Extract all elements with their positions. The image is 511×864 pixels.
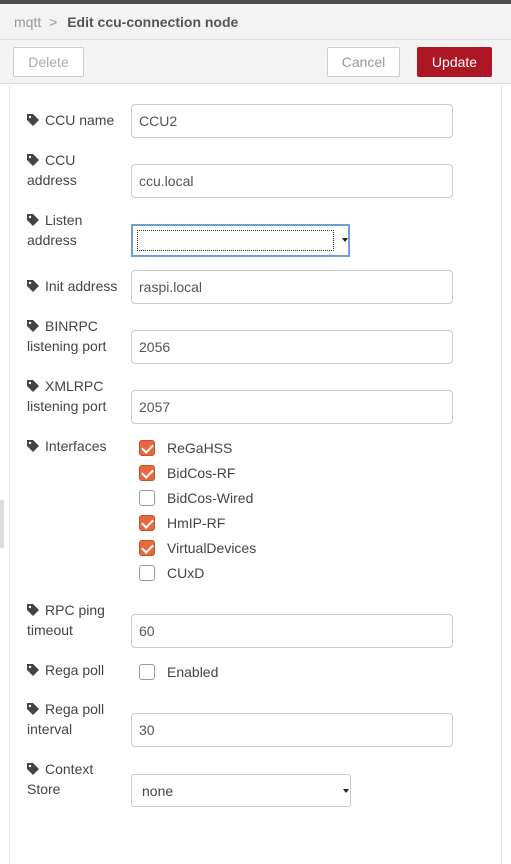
- rega-poll-label: Rega poll: [27, 660, 127, 680]
- checkbox-unchecked[interactable]: [139, 490, 155, 506]
- cancel-button[interactable]: Cancel: [327, 47, 400, 77]
- ccu-name-input[interactable]: CCU2: [131, 104, 453, 138]
- init-address-label: Init address: [27, 276, 127, 296]
- page-title: Edit ccu-connection node: [67, 14, 239, 30]
- button-toolbar: Delete Cancel Update: [0, 40, 511, 84]
- ccu-name-label: CCU name: [27, 110, 127, 130]
- tag-icon: [27, 604, 39, 616]
- rega-poll-interval-label: Rega poll interval: [27, 699, 127, 739]
- tag-icon: [27, 280, 39, 292]
- binrpc-port-label-line2: listening port: [27, 338, 107, 354]
- interface-option-label: BidCos-Wired: [167, 490, 254, 506]
- context-store-select-value: none: [142, 782, 174, 799]
- checkbox-checked[interactable]: [139, 515, 155, 531]
- breadcrumb-separator: >: [49, 14, 58, 30]
- tag-icon: [27, 440, 39, 452]
- xmlrpc-port-label: XMLRPC listening port: [27, 376, 137, 416]
- tag-icon: [27, 320, 39, 332]
- checkbox-checked[interactable]: [139, 540, 155, 556]
- checkbox-unchecked[interactable]: [139, 565, 155, 581]
- tag-icon: [27, 380, 39, 392]
- chevron-down-icon: [343, 789, 349, 793]
- binrpc-port-label-line1: BINRPC: [45, 318, 98, 334]
- tray-header: mqtt > Edit ccu-connection node: [0, 4, 511, 40]
- context-store-label-line2: Store: [27, 781, 61, 797]
- rpc-ping-timeout-label-line2: timeout: [27, 622, 73, 638]
- interface-option-label: BidCos-RF: [167, 465, 236, 481]
- interfaces-label-text: Interfaces: [45, 438, 107, 454]
- listen-address-select-value: [137, 230, 334, 251]
- chevron-down-icon: [342, 238, 348, 242]
- interface-option-regahss[interactable]: ReGaHSS: [139, 438, 232, 458]
- interface-option-cuxd[interactable]: CUxD: [139, 563, 204, 583]
- delete-button[interactable]: Delete: [13, 47, 84, 77]
- context-store-label: Context Store: [27, 759, 127, 799]
- tag-icon: [27, 664, 39, 676]
- interface-option-hmip-rf[interactable]: HmIP-RF: [139, 513, 225, 533]
- tag-icon: [27, 114, 39, 126]
- context-store-select[interactable]: none: [131, 774, 351, 807]
- ccu-name-label-text: CCU name: [45, 112, 115, 128]
- rega-poll-enabled-label: Enabled: [167, 664, 219, 680]
- interfaces-label: Interfaces: [27, 436, 127, 456]
- listen-address-label-line1: Listen: [45, 212, 83, 228]
- rega-poll-interval-input[interactable]: 30: [131, 713, 453, 747]
- listen-address-label-line2: address: [27, 232, 77, 248]
- xmlrpc-port-input[interactable]: 2057: [131, 390, 453, 424]
- update-button[interactable]: Update: [417, 47, 492, 77]
- breadcrumb-parent[interactable]: mqtt: [14, 14, 41, 30]
- interface-option-label: CUxD: [167, 565, 205, 581]
- listen-address-select[interactable]: [131, 224, 350, 257]
- rpc-ping-timeout-input[interactable]: 60: [131, 614, 453, 648]
- init-address-label-text: Init address: [45, 278, 118, 294]
- checkbox-checked[interactable]: [139, 465, 155, 481]
- tag-icon: [27, 763, 39, 775]
- node-edit-form: [9, 86, 502, 864]
- interface-option-label: VirtualDevices: [167, 540, 257, 556]
- tag-icon: [27, 214, 39, 226]
- rpc-ping-timeout-label-line1: RPC ping: [45, 602, 105, 618]
- context-store-label-line1: Context: [45, 761, 94, 777]
- init-address-input[interactable]: raspi.local: [131, 270, 453, 304]
- interface-option-label: ReGaHSS: [167, 440, 233, 456]
- ccu-address-input[interactable]: ccu.local: [131, 164, 453, 198]
- interface-option-virtualdevices[interactable]: VirtualDevices: [139, 538, 256, 558]
- rega-poll-interval-label-line1: Rega poll: [45, 701, 105, 717]
- xmlrpc-port-label-line1: XMLRPC: [45, 378, 104, 394]
- checkbox-checked[interactable]: [139, 440, 155, 456]
- listen-address-label: Listen address: [27, 210, 127, 250]
- rega-poll-label-text: Rega poll: [45, 662, 105, 678]
- tag-icon: [27, 154, 39, 166]
- resize-handle[interactable]: [0, 500, 4, 548]
- xmlrpc-port-label-line2: listening port: [27, 398, 107, 414]
- tag-icon: [27, 703, 39, 715]
- ccu-address-label: CCU address: [27, 150, 127, 190]
- ccu-address-label-line2: address: [27, 172, 77, 188]
- interface-option-bidcos-rf[interactable]: BidCos-RF: [139, 463, 235, 483]
- interface-option-label: HmIP-RF: [167, 515, 226, 531]
- interface-option-bidcos-wired[interactable]: BidCos-Wired: [139, 488, 253, 508]
- checkbox-unchecked[interactable]: [139, 664, 155, 680]
- rpc-ping-timeout-label: RPC ping timeout: [27, 600, 127, 640]
- binrpc-port-input[interactable]: 2056: [131, 330, 453, 364]
- binrpc-port-label: BINRPC listening port: [27, 316, 137, 356]
- rega-poll-enabled-option[interactable]: Enabled: [139, 662, 218, 682]
- rega-poll-interval-label-line2: interval: [27, 721, 73, 737]
- ccu-address-label-line1: CCU: [45, 152, 76, 168]
